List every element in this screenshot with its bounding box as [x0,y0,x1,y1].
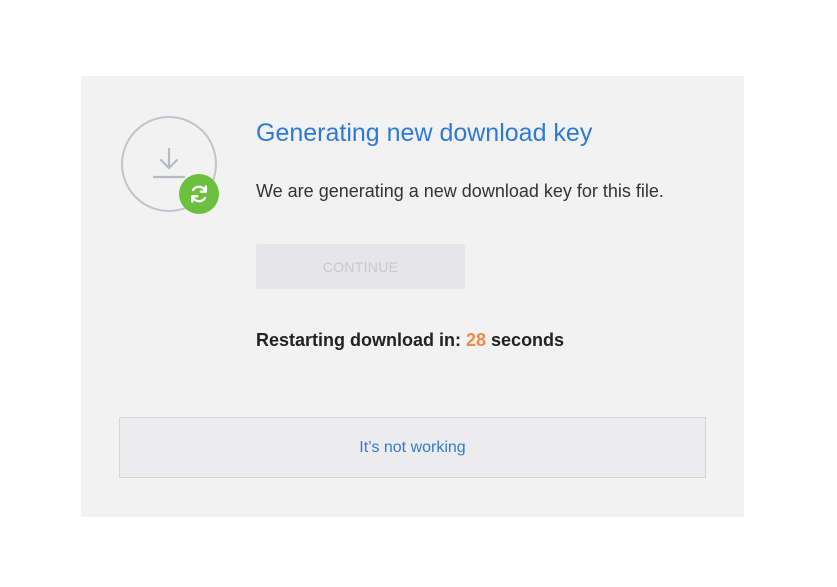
download-key-dialog: Generating new download key We are gener… [81,76,744,517]
continue-button[interactable]: CONTINUE [256,244,465,289]
restart-suffix: seconds [486,330,565,350]
dialog-title: Generating new download key [256,119,593,147]
refresh-badge [179,174,219,214]
refresh-icon [190,185,207,203]
not-working-button[interactable]: It’s not working [119,417,706,478]
dialog-description: We are generating a new download key for… [256,181,664,201]
restart-prefix: Restarting download in: [256,330,466,350]
status-illustration [121,116,219,214]
not-working-link[interactable]: It’s not working [359,439,465,457]
countdown-value: 28 [466,330,487,350]
restart-countdown-text: Restarting download in: 28 seconds [256,330,564,351]
download-icon [152,147,186,179]
